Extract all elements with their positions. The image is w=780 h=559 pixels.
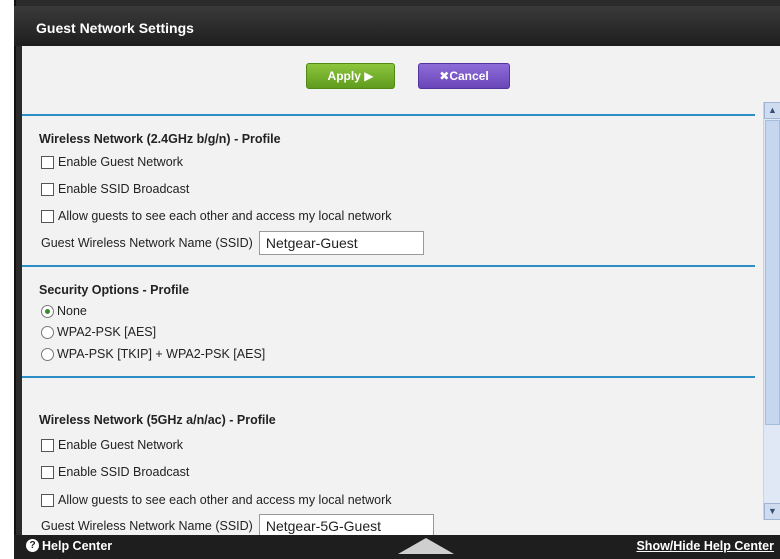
security-none-radio[interactable] <box>41 304 54 318</box>
enable-guest-24-row[interactable]: Enable Guest Network <box>41 152 183 172</box>
ssid-24-label: Guest Wireless Network Name (SSID) <box>41 236 253 250</box>
security-option-wpa2[interactable]: WPA2-PSK [AES] <box>41 322 156 342</box>
enable-ssid-24-label: Enable SSID Broadcast <box>58 182 190 196</box>
ssid-5-label: Guest Wireless Network Name (SSID) <box>41 519 253 533</box>
wireless-24-title: Wireless Network (2.4GHz b/g/n) - Profil… <box>39 132 281 146</box>
ssid-5-input[interactable] <box>258 514 434 535</box>
allow-local-24-row[interactable]: Allow guests to see each other and acces… <box>41 206 392 226</box>
security-title: Security Options - Profile <box>39 283 190 297</box>
settings-panel: Apply ▶ ✖Cancel Wireless Network (2.4GHz… <box>22 46 780 535</box>
enable-guest-5-checkbox[interactable] <box>41 438 54 452</box>
expand-triangle-icon[interactable] <box>398 538 454 554</box>
enable-ssid-5-row[interactable]: Enable SSID Broadcast <box>41 462 189 482</box>
security-option-none[interactable]: None <box>41 301 87 321</box>
enable-ssid-24-row[interactable]: Enable SSID Broadcast <box>41 179 189 199</box>
cancel-label: Cancel <box>449 69 489 83</box>
section-divider <box>22 265 755 267</box>
wireless-5-title: Wireless Network (5GHz a/n/ac) - Profile <box>39 413 276 427</box>
apply-button[interactable]: Apply ▶ <box>306 63 395 89</box>
enable-ssid-5-label: Enable SSID Broadcast <box>58 465 190 479</box>
ssid-24-row: Guest Wireless Network Name (SSID) <box>41 230 424 256</box>
ssid-5-row: Guest Wireless Network Name (SSID) <box>41 513 434 535</box>
enable-ssid-24-checkbox[interactable] <box>41 182 54 196</box>
help-footer: ? Help Center Show/Hide Help Center <box>14 535 780 559</box>
scroll-down-icon[interactable]: ▼ <box>764 503 780 520</box>
help-icon[interactable]: ? <box>26 539 39 552</box>
section-divider <box>22 376 755 378</box>
allow-local-24-checkbox[interactable] <box>41 209 54 223</box>
title-bar: Guest Network Settings <box>14 6 780 46</box>
section-divider <box>22 114 755 116</box>
enable-guest-5-label: Enable Guest Network <box>58 438 184 452</box>
enable-guest-5-row[interactable]: Enable Guest Network <box>41 435 183 455</box>
allow-local-5-checkbox[interactable] <box>41 493 54 507</box>
ssid-24-input[interactable] <box>258 231 424 255</box>
enable-guest-24-checkbox[interactable] <box>41 155 54 169</box>
allow-local-5-label: Allow guests to see each other and acces… <box>58 493 392 507</box>
show-hide-help-link[interactable]: Show/Hide Help Center <box>636 539 774 553</box>
cancel-button[interactable]: ✖Cancel <box>418 63 510 89</box>
scroll-thumb[interactable] <box>765 120 780 425</box>
security-option-mixed[interactable]: WPA-PSK [TKIP] + WPA2-PSK [AES] <box>41 344 265 364</box>
help-center-label[interactable]: Help Center <box>42 539 112 553</box>
enable-ssid-5-checkbox[interactable] <box>41 465 54 479</box>
vertical-scrollbar[interactable]: ▲ ▼ <box>763 102 780 520</box>
security-wpa2-label: WPA2-PSK [AES] <box>57 325 157 339</box>
security-none-label: None <box>57 304 87 318</box>
security-mixed-radio[interactable] <box>41 347 54 361</box>
x-icon: ✖ <box>439 69 450 83</box>
security-wpa2-radio[interactable] <box>41 325 54 339</box>
scroll-up-icon[interactable]: ▲ <box>764 102 780 119</box>
allow-local-24-label: Allow guests to see each other and acces… <box>58 209 392 223</box>
settings-scroll-area[interactable]: Wireless Network (2.4GHz b/g/n) - Profil… <box>22 110 762 535</box>
page-title: Guest Network Settings <box>36 20 194 36</box>
allow-local-5-row[interactable]: Allow guests to see each other and acces… <box>41 490 392 510</box>
enable-guest-24-label: Enable Guest Network <box>58 155 184 169</box>
security-mixed-label: WPA-PSK [TKIP] + WPA2-PSK [AES] <box>57 347 266 361</box>
